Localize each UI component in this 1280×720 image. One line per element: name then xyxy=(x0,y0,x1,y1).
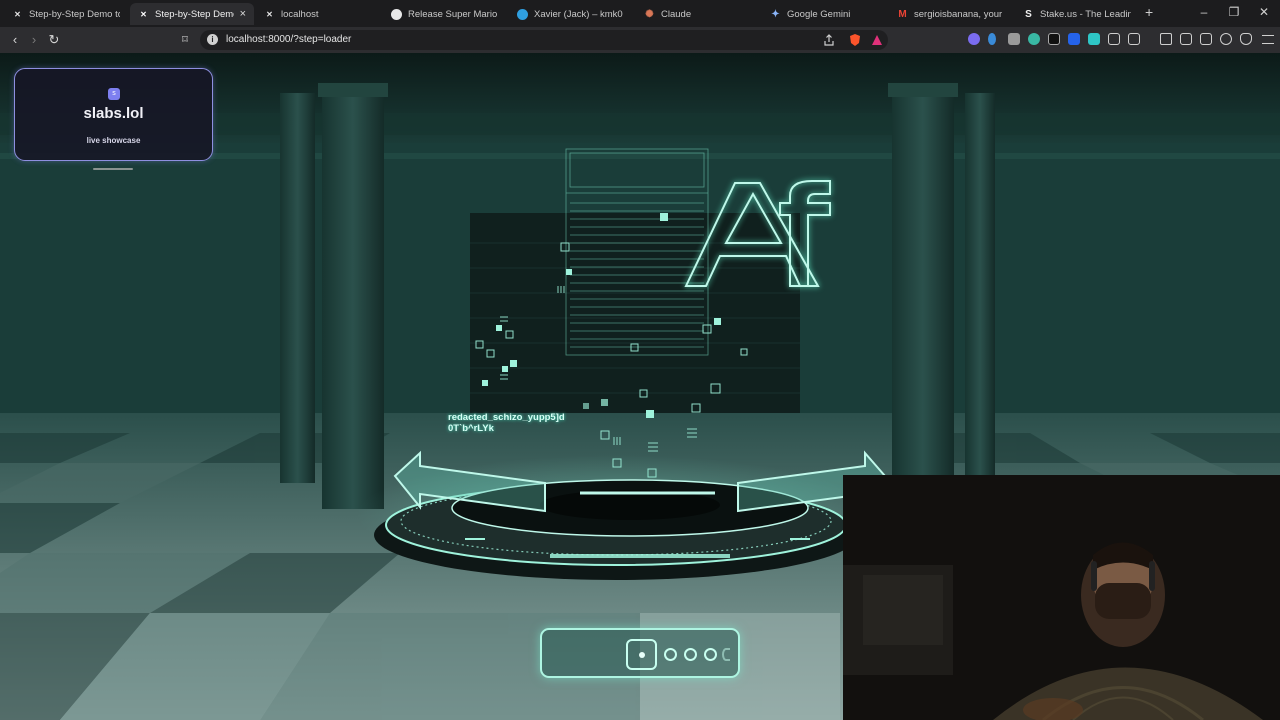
browser-tab[interactable]: M sergioisbanana, your pre- xyxy=(889,3,1013,25)
brand-underline xyxy=(93,168,133,170)
bookmark-icon[interactable]: ⌑ xyxy=(176,31,194,49)
step-dot[interactable] xyxy=(664,648,677,661)
browser-tab[interactable]: ✺ Claude xyxy=(636,3,760,25)
tab-title: Claude xyxy=(661,8,692,20)
extension-icon[interactable] xyxy=(1068,33,1080,45)
close-window-icon[interactable]: ✕ xyxy=(1254,5,1274,19)
brave-shields-icon[interactable] xyxy=(848,33,862,47)
webcam-overlay xyxy=(843,475,1280,720)
extension-icon[interactable] xyxy=(1008,33,1020,45)
gmail-icon: M xyxy=(898,8,907,20)
media-icon[interactable] xyxy=(1160,33,1172,45)
browser-tab[interactable]: ✦ Google Gemini xyxy=(762,3,886,25)
github-icon xyxy=(391,8,402,20)
glitch-line-2: 0T`b^rLYk xyxy=(448,423,494,434)
leo-ai-icon[interactable] xyxy=(1220,33,1232,45)
step-dot[interactable] xyxy=(684,648,697,661)
tab-bar: ✕ Step-by-Step Demo to Inte ✕ Step-by-St… xyxy=(0,0,1280,27)
glitch-line-1: redacted_schizo_yupp5]d xyxy=(448,412,565,423)
glitch-text: redacted_schizo_yupp5]d 0T`b^rLYk xyxy=(448,412,565,434)
browser-tab[interactable]: S Stake.us - The Leading So xyxy=(1015,3,1139,25)
brand-logo-icon: s xyxy=(108,88,120,100)
tab-title: Step-by-Step Demo to Inte xyxy=(29,8,120,20)
tab-title: sergioisbanana, your pre- xyxy=(914,8,1005,20)
browser-tab-active[interactable]: ✕ Step-by-Step Demo to × xyxy=(130,3,254,25)
globe-icon xyxy=(517,8,528,20)
codex-icon: ✕ xyxy=(140,9,147,19)
extension-icon[interactable] xyxy=(988,33,996,45)
brand-subtitle: live showcase xyxy=(86,136,141,145)
forward-icon[interactable]: › xyxy=(25,31,43,49)
brave-rewards-icon[interactable] xyxy=(870,33,884,47)
gemini-icon: ✦ xyxy=(771,8,780,20)
brand-card[interactable]: s slabs.lol live showcase xyxy=(14,68,213,161)
tab-title: Release Super Mario 64 Co xyxy=(408,8,499,20)
minimize-icon[interactable]: – xyxy=(1194,5,1214,19)
stake-icon: S xyxy=(1025,8,1032,20)
browser-tab[interactable]: Xavier (Jack) – kmk0 – @Kl xyxy=(509,3,633,25)
tab-title: Stake.us - The Leading So xyxy=(1040,8,1131,20)
browser-toolbar: ‹ › ↻ ⌑ i localhost:8000/?step=loader xyxy=(0,27,1280,53)
tab-title: Step-by-Step Demo to xyxy=(155,8,234,20)
address-bar[interactable]: i localhost:8000/?step=loader xyxy=(200,30,888,50)
tab-title: Google Gemini xyxy=(787,8,851,20)
step-dot-active[interactable] xyxy=(626,639,657,670)
close-tab-icon[interactable]: × xyxy=(240,8,246,20)
extension-icon[interactable] xyxy=(1048,33,1060,45)
browser-tab[interactable]: ✕ Step-by-Step Demo to Inte xyxy=(4,3,128,25)
browser-tab[interactable]: Release Super Mario 64 Co xyxy=(383,3,507,25)
step-dot[interactable] xyxy=(722,648,730,661)
wallet-icon[interactable] xyxy=(1200,33,1212,45)
tab-title: localhost xyxy=(281,8,319,20)
step-dot[interactable] xyxy=(704,648,717,661)
share-icon[interactable] xyxy=(822,33,836,47)
codex-icon: ✕ xyxy=(266,9,273,19)
url-text[interactable]: localhost:8000/?step=loader xyxy=(226,34,351,45)
webcam-feed xyxy=(843,475,1280,720)
extension-icon[interactable] xyxy=(1128,33,1140,45)
site-info-icon[interactable]: i xyxy=(207,34,218,45)
new-tab-icon[interactable]: + xyxy=(1145,4,1153,20)
brand-title: slabs.lol xyxy=(83,105,144,122)
tab-title: Xavier (Jack) – kmk0 – @Kl xyxy=(534,8,625,20)
menu-icon[interactable] xyxy=(1262,35,1274,44)
restore-icon[interactable]: ❐ xyxy=(1224,5,1244,19)
claude-icon: ✺ xyxy=(645,8,654,20)
extensions-puzzle-icon[interactable] xyxy=(1108,33,1120,45)
reload-icon[interactable]: ↻ xyxy=(45,31,63,49)
extension-icon[interactable] xyxy=(1028,33,1040,45)
extension-icon[interactable] xyxy=(968,33,980,45)
codex-icon: ✕ xyxy=(14,9,21,19)
extension-icon[interactable] xyxy=(1088,33,1100,45)
step-indicator xyxy=(540,628,740,678)
sidebar-icon[interactable] xyxy=(1180,33,1192,45)
vpn-icon[interactable] xyxy=(1240,33,1252,45)
showcase-viewport[interactable]: s slabs.lol live showcase redacted_schiz… xyxy=(0,53,1280,720)
back-icon[interactable]: ‹ xyxy=(6,31,24,49)
step-dot-active-inner xyxy=(639,652,645,658)
browser-tab[interactable]: ✕ localhost xyxy=(256,3,380,25)
